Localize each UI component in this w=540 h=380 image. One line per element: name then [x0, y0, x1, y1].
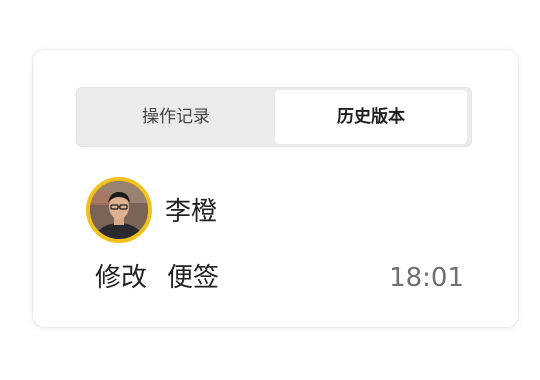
user-name: 李橙 [165, 197, 218, 227]
history-card: 操作记录 历史版本 李橙 修改 便签 18:01 [32, 49, 519, 328]
tab-bar: 操作记录 历史版本 [76, 87, 472, 147]
action-description: 修改 便签 [95, 260, 219, 296]
avatar[interactable] [86, 177, 152, 243]
timestamp: 18:01 [389, 263, 464, 293]
tab-history-versions[interactable]: 历史版本 [275, 90, 467, 144]
tab-operation-log[interactable]: 操作记录 [79, 90, 273, 144]
avatar-photo-icon [90, 181, 148, 239]
action-object: 便签 [167, 263, 220, 293]
action-verb: 修改 [95, 263, 148, 293]
